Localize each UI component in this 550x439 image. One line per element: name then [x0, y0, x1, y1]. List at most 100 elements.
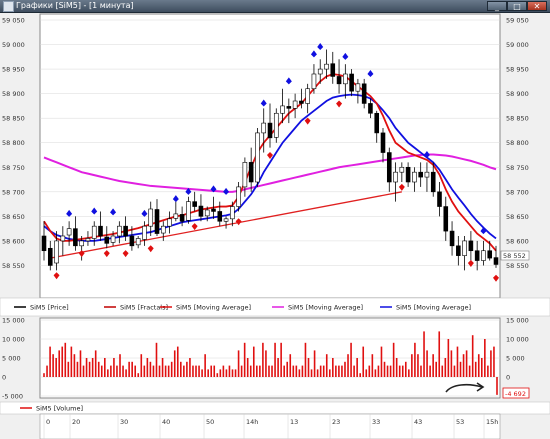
volume-bar — [143, 365, 146, 377]
volume-bar — [295, 365, 298, 377]
volume-bar — [49, 346, 51, 377]
volume-bar — [386, 365, 389, 377]
volume-bar — [252, 346, 255, 377]
candle-body — [481, 250, 486, 261]
volume-bar — [313, 350, 316, 377]
volume-bar — [338, 365, 340, 377]
time-tick: 23 — [332, 418, 340, 426]
volume-bar — [64, 342, 67, 377]
volume-bar — [152, 365, 155, 377]
time-tick: 20 — [72, 418, 80, 426]
volume-bar — [459, 361, 462, 377]
volume-bar — [298, 369, 301, 377]
price-tick-left: 58 900 — [2, 90, 25, 98]
price-tick-left: 59 000 — [2, 41, 25, 49]
volume-bar — [146, 358, 149, 377]
candle-body — [129, 235, 135, 247]
volume-bar — [240, 365, 243, 377]
candle-body — [160, 225, 166, 234]
volume-bar — [222, 365, 225, 377]
volume-bar — [344, 361, 346, 377]
volume-bar — [453, 365, 456, 377]
volume-tick-right: 10 000 — [506, 336, 529, 344]
volume-bar — [167, 365, 170, 377]
volume-bar — [435, 361, 437, 377]
volume-bar — [408, 369, 410, 377]
candle-body — [173, 213, 179, 219]
volume-bar — [362, 346, 365, 377]
volume-bar — [119, 354, 121, 377]
volume-bar — [116, 365, 118, 377]
volume-bar — [259, 365, 261, 377]
candle-body — [135, 238, 141, 246]
volume-bar — [70, 346, 73, 377]
candle-body — [355, 83, 361, 92]
price-tick-left: 58 550 — [2, 262, 25, 270]
candle-body — [336, 76, 342, 85]
candle-body — [462, 240, 467, 256]
volume-bar — [292, 365, 295, 377]
volume-bar — [131, 361, 133, 377]
volume-bar — [328, 369, 331, 377]
time-tick: 43 — [414, 418, 422, 426]
volume-tick-left: 0 — [2, 374, 6, 382]
volume-bar — [325, 354, 328, 377]
candle-body — [343, 73, 348, 85]
time-tick: 15h — [486, 418, 498, 426]
volume-bar — [43, 373, 45, 377]
volume-bar — [426, 350, 428, 377]
volume-bar — [380, 346, 383, 377]
candle-body — [456, 245, 461, 256]
candle-body — [311, 73, 317, 90]
volume-bar — [210, 365, 213, 377]
candle-body — [167, 218, 172, 227]
time-tick: 53 — [456, 418, 464, 426]
volume-bar — [496, 377, 498, 395]
volume-bar — [462, 354, 465, 377]
candle-body — [79, 240, 84, 247]
price-tick-left: 58 950 — [2, 66, 25, 74]
chart-canvas[interactable]: 59 050 59 050 59 000 59 000 58 950 58 950 58 9… — [0, 0, 550, 439]
candle-body — [443, 206, 449, 232]
price-tick-left: 58 600 — [2, 237, 25, 245]
candle-body — [368, 103, 373, 114]
volume-bar — [301, 365, 304, 377]
volume-bar — [94, 350, 97, 377]
volume-bar — [441, 365, 444, 377]
volume-bar — [347, 354, 349, 377]
candle-body — [487, 250, 493, 259]
volume-bar — [341, 365, 343, 377]
volume-bar — [207, 369, 209, 377]
volume-bar — [176, 346, 179, 377]
candle-body — [192, 201, 197, 207]
volume-bar — [73, 354, 76, 377]
volume-bar — [401, 365, 404, 377]
volume-bar — [438, 331, 441, 377]
volume-bar — [286, 361, 289, 377]
candle-body — [299, 100, 304, 104]
volume-bar — [67, 361, 70, 377]
candle-body — [380, 132, 386, 153]
price-tick-left: 58 800 — [2, 139, 25, 147]
volume-bar — [417, 354, 419, 377]
volume-bar — [110, 365, 112, 377]
volume-bar — [280, 342, 282, 377]
volume-bar — [91, 358, 94, 377]
candle-body — [418, 171, 423, 178]
candle-body — [110, 235, 116, 243]
candle-body — [374, 112, 380, 134]
volume-tick-left: 10 000 — [2, 336, 25, 344]
candle-body — [47, 247, 53, 266]
volume-bar — [246, 358, 249, 377]
candle-body — [330, 63, 336, 77]
volume-bar — [104, 358, 106, 377]
volume-bar — [465, 350, 468, 377]
volume-bar — [356, 358, 358, 377]
volume-bar — [183, 365, 185, 377]
volume-bar — [198, 365, 200, 377]
volume-bar — [231, 369, 234, 377]
candle-body — [198, 205, 204, 217]
candle-body — [267, 122, 273, 139]
volume-bar — [213, 365, 216, 377]
candle-body — [117, 225, 122, 237]
